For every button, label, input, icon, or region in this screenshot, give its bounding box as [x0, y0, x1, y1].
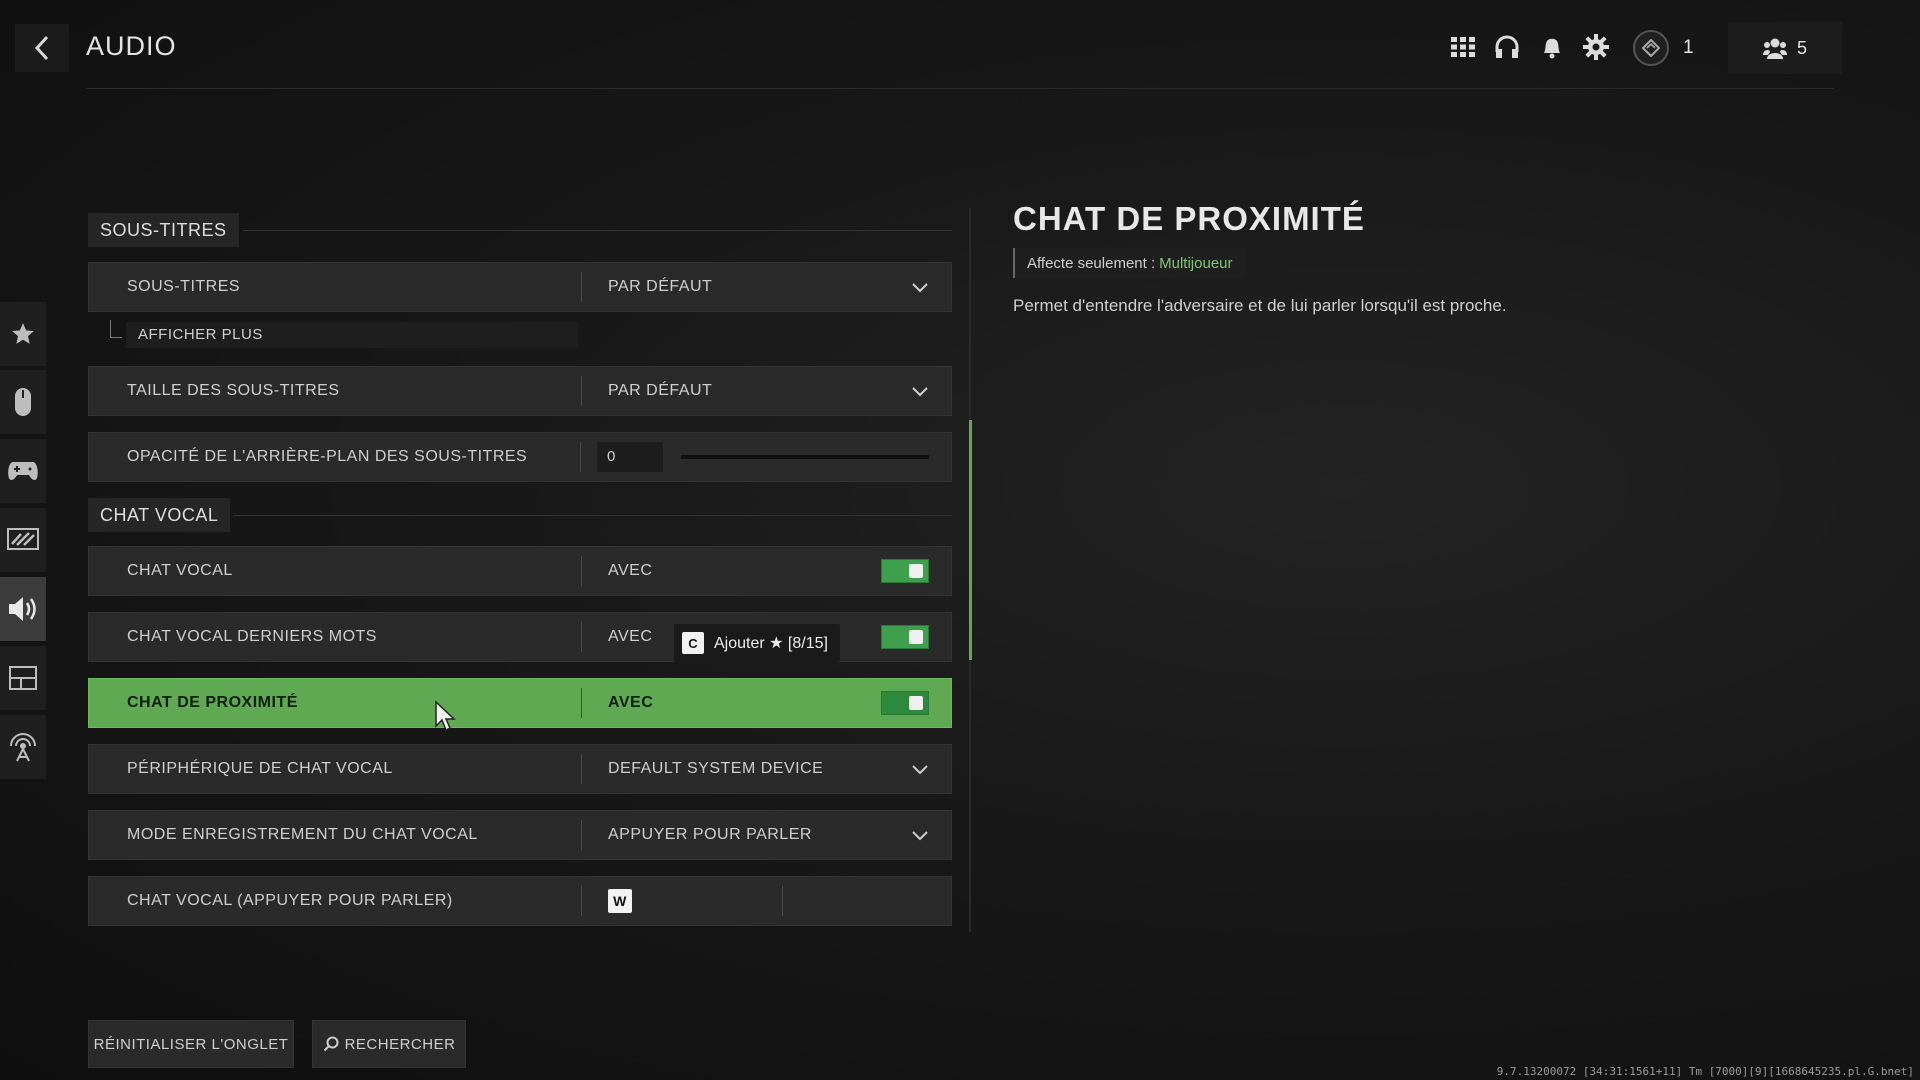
chevron-down-icon	[912, 765, 928, 775]
rank-display[interactable]: 1	[1633, 28, 1723, 68]
proximity-chat-toggle[interactable]	[881, 691, 929, 715]
header-divider	[86, 88, 1834, 89]
setting-name: SOUS-TITRES	[127, 278, 241, 295]
detail-description: Permet d'entendre l'adversaire et de lui…	[1013, 296, 1507, 315]
setting-row-subtitle-bg-opacity[interactable]: OPACITÉ DE L'ARRIÈRE-PLAN DES SOUS-TITRE…	[88, 432, 952, 482]
setting-name: CHAT DE PROXIMITÉ	[127, 694, 298, 711]
sidebar-item-graphics[interactable]	[0, 508, 46, 572]
star-icon	[12, 323, 34, 344]
mouse-icon	[15, 388, 31, 416]
setting-row-voice-chat[interactable]: CHAT VOCAL AVEC	[88, 546, 952, 596]
setting-row-push-to-talk[interactable]: CHAT VOCAL (APPUYER POUR PARLER) W	[88, 876, 952, 926]
setting-row-voice-device[interactable]: PÉRIPHÉRIQUE DE CHAT VOCAL DEFAULT SYSTE…	[88, 744, 952, 794]
chevron-down-icon	[912, 387, 928, 397]
last-words-toggle[interactable]	[881, 625, 929, 649]
gear-icon[interactable]	[1579, 30, 1613, 64]
chevron-down-icon	[912, 283, 928, 293]
rank-icon	[1633, 30, 1669, 66]
setting-value: DEFAULT SYSTEM DEVICE	[608, 760, 824, 777]
toggle-knob	[909, 630, 923, 644]
section-label: CHAT VOCAL	[88, 498, 231, 532]
bell-icon[interactable]	[1535, 30, 1569, 64]
add-favorite-tooltip: C Ajouter ★ [8/15]	[674, 624, 840, 662]
reset-tab-label: RÉINITIALISER L'ONGLET	[93, 1035, 289, 1053]
scrollbar-thumb[interactable]	[969, 420, 972, 660]
tooltip-arrow	[756, 662, 772, 670]
setting-row-proximity-chat[interactable]: CHAT DE PROXIMITÉ AVEC	[88, 678, 952, 728]
reset-tab-button[interactable]: RÉINITIALISER L'ONGLET	[88, 1020, 294, 1068]
sidebar-item-mouse[interactable]	[0, 370, 46, 434]
tree-branch-line	[110, 320, 122, 338]
setting-row-subtitle-size[interactable]: TAILLE DES SOUS-TITRES PAR DÉFAUT	[88, 366, 952, 416]
detail-title: CHAT DE PROXIMITÉ	[1013, 200, 1365, 237]
network-icon	[10, 733, 36, 762]
setting-name: TAILLE DES SOUS-TITRES	[127, 382, 340, 399]
slider-value-field[interactable]: 0	[597, 442, 663, 472]
setting-value: PAR DÉFAUT	[608, 382, 713, 399]
chevron-down-icon	[912, 831, 928, 841]
page-title: AUDIO	[86, 31, 177, 61]
section-divider	[242, 229, 952, 231]
setting-value: APPUYER POUR PARLER	[608, 826, 812, 843]
friends-icon	[1762, 38, 1787, 59]
section-header-voice-chat: CHAT VOCAL	[88, 498, 952, 532]
setting-value: AVEC	[608, 628, 653, 645]
setting-row-subtitles[interactable]: SOUS-TITRES PAR DÉFAUT	[88, 262, 952, 312]
setting-value: AVEC	[608, 694, 654, 711]
controller-icon	[8, 462, 38, 480]
setting-name: CHAT VOCAL (APPUYER POUR PARLER)	[127, 892, 453, 909]
tooltip-key: C	[682, 632, 704, 654]
rank-count: 1	[1683, 37, 1694, 58]
setting-value: AVEC	[608, 562, 653, 579]
opacity-slider[interactable]	[681, 455, 929, 459]
detail-affects-tag: Affecte seulement : Multijoueur	[1013, 248, 1245, 278]
affects-mode: Multijoueur	[1159, 254, 1233, 272]
affects-label: Affecte seulement :	[1027, 254, 1156, 272]
sidebar-item-controller[interactable]	[0, 439, 46, 503]
sidebar-item-interface[interactable]	[0, 646, 46, 710]
display-icon	[7, 528, 39, 550]
version-string: 9.7.13200072 [34:31:1561+11] Tm [7000][9…	[1496, 1065, 1914, 1078]
search-label: RECHERCHER	[344, 1035, 456, 1053]
setting-name: CHAT VOCAL	[127, 562, 233, 579]
speaker-icon	[9, 597, 36, 621]
tooltip-text: Ajouter ★ [8/15]	[714, 635, 828, 652]
keybind-separator	[782, 886, 783, 916]
headset-icon[interactable]	[1490, 30, 1524, 64]
grid-icon[interactable]	[1446, 30, 1480, 64]
voice-chat-toggle[interactable]	[881, 559, 929, 583]
friends-button[interactable]: 5	[1728, 22, 1842, 74]
friends-count: 5	[1796, 37, 1807, 58]
section-header-subtitles: SOUS-TITRES	[88, 213, 952, 247]
mouse-cursor-icon	[435, 700, 456, 732]
setting-name: CHAT VOCAL DERNIERS MOTS	[127, 628, 377, 645]
sidebar-item-favorites[interactable]	[0, 302, 46, 366]
interface-icon	[9, 666, 37, 690]
setting-row-record-mode[interactable]: MODE ENREGISTREMENT DU CHAT VOCAL APPUYE…	[88, 810, 952, 860]
chevron-left-icon	[34, 35, 49, 61]
toggle-knob	[909, 564, 923, 578]
section-label: SOUS-TITRES	[88, 213, 239, 247]
section-divider	[234, 514, 952, 516]
search-button[interactable]: RECHERCHER	[312, 1020, 466, 1068]
keybind-primary[interactable]: W	[608, 889, 632, 913]
setting-name: MODE ENREGISTREMENT DU CHAT VOCAL	[127, 826, 478, 843]
show-more-button[interactable]: AFFICHER PLUS	[126, 322, 578, 348]
setting-name: OPACITÉ DE L'ARRIÈRE-PLAN DES SOUS-TITRE…	[127, 448, 528, 465]
back-button[interactable]	[15, 24, 69, 72]
search-icon	[323, 1036, 339, 1052]
sidebar-item-network[interactable]	[0, 715, 46, 779]
sidebar-item-audio[interactable]	[0, 577, 46, 641]
toggle-knob	[909, 696, 923, 710]
setting-name: PÉRIPHÉRIQUE DE CHAT VOCAL	[127, 760, 393, 777]
setting-value: PAR DÉFAUT	[608, 278, 713, 295]
